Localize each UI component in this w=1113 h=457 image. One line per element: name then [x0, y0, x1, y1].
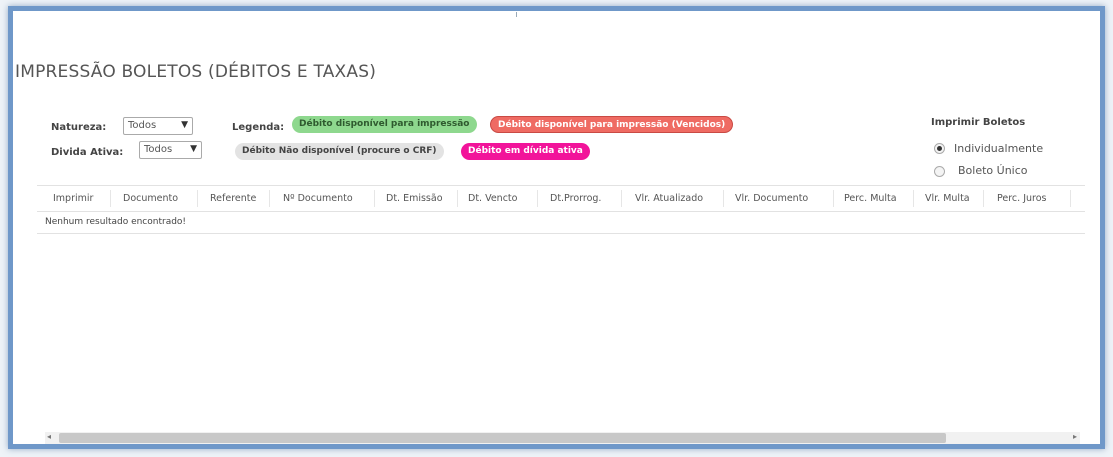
col-perc-juros[interactable]: Perc. Juros [997, 193, 1046, 204]
col-dt-emissao[interactable]: Dt. Emissão [386, 193, 443, 204]
print-boletos-title: Imprimir Boletos [931, 117, 1026, 128]
col-dt-vencto[interactable]: Dt. Vencto [468, 193, 517, 204]
col-divider [723, 190, 724, 207]
legend-badge-available: Débito disponível para impressão [292, 116, 477, 133]
col-vlr-multa[interactable]: Vlr. Multa [925, 193, 970, 204]
divida-ativa-value: Todos [144, 144, 173, 155]
page-title: IMPRESSÃO BOLETOS (DÉBITOS E TAXAS) [15, 62, 377, 82]
empty-message: Nenhum resultado encontrado! [45, 217, 187, 227]
table-row: Nenhum resultado encontrado! [37, 211, 1085, 234]
col-divider [621, 190, 622, 207]
radio-individualmente[interactable] [934, 143, 945, 154]
col-referente[interactable]: Referente [210, 193, 256, 204]
table-header: Imprimir Documento Referente Nº Document… [37, 185, 1085, 212]
col-divider [833, 190, 834, 207]
col-n-documento[interactable]: Nº Documento [283, 193, 353, 204]
col-divider [269, 190, 270, 207]
divida-ativa-label: Divida Ativa: [51, 147, 124, 158]
divida-ativa-select[interactable]: Todos ▼ [139, 141, 202, 159]
legend-label: Legenda: [232, 122, 285, 133]
col-divider [197, 190, 198, 207]
col-divider [374, 190, 375, 207]
col-divider [110, 190, 111, 207]
col-divider [1070, 190, 1071, 207]
chevron-down-icon: ▼ [181, 120, 188, 130]
col-vlr-atualizado[interactable]: Vlr. Atualizado [635, 193, 703, 204]
radio-boleto-unico[interactable] [934, 166, 945, 177]
legend-badge-overdue: Débito disponível para impressão (Vencid… [490, 116, 734, 133]
col-divider [913, 190, 914, 207]
top-marker [516, 12, 517, 17]
natureza-select[interactable]: Todos ▼ [123, 117, 193, 135]
scroll-left-icon[interactable]: ◂ [47, 432, 51, 441]
col-divider [983, 190, 984, 207]
natureza-value: Todos [128, 120, 157, 131]
scrollbar-thumb[interactable] [59, 433, 946, 443]
col-imprimir[interactable]: Imprimir [53, 193, 93, 204]
scroll-right-icon[interactable]: ▸ [1073, 432, 1077, 441]
radio-individualmente-label: Individualmente [954, 142, 1044, 155]
radio-boleto-unico-label: Boleto Único [958, 164, 1028, 177]
col-divider [537, 190, 538, 207]
col-perc-multa[interactable]: Perc. Multa [844, 193, 897, 204]
horizontal-scrollbar[interactable]: ◂ ▸ [45, 432, 1080, 444]
col-dt-prorrog[interactable]: Dt.Prorrog. [550, 193, 601, 204]
legend-badge-unavailable: Débito Não disponível (procure o CRF) [235, 143, 444, 160]
legend-badge-divida-ativa: Débito em dívida ativa [461, 143, 590, 160]
col-vlr-documento[interactable]: Vlr. Documento [735, 193, 808, 204]
col-divider [457, 190, 458, 207]
col-documento[interactable]: Documento [123, 193, 178, 204]
chevron-down-icon: ▼ [190, 144, 197, 154]
natureza-label: Natureza: [51, 122, 107, 133]
